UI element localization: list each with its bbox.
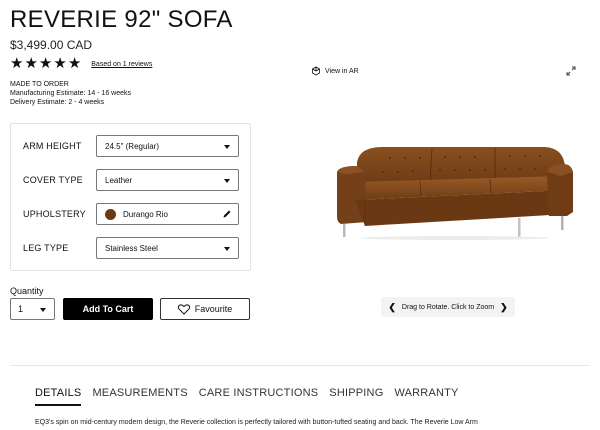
option-label: LEG TYPE <box>23 243 69 253</box>
tab-shipping[interactable]: SHIPPING <box>329 387 383 406</box>
product-info-tabs: DETAILS MEASUREMENTS CARE INSTRUCTIONS S… <box>35 387 470 406</box>
star-icon: ★ <box>38 55 53 72</box>
option-label: COVER TYPE <box>23 175 83 185</box>
star-icon: ★ <box>53 55 67 72</box>
rotate-hint-text: Drag to Rotate. Click to Zoom <box>401 303 495 311</box>
option-value: Durango Rio <box>123 209 168 219</box>
option-label: UPHOLSTERY <box>23 209 86 219</box>
tab-measurements[interactable]: MEASUREMENTS <box>92 387 187 406</box>
star-icon: ★ <box>10 55 24 72</box>
caret-down-icon <box>224 247 230 251</box>
leg-type-dropdown[interactable]: Stainless Steel <box>96 237 239 259</box>
option-label: ARM HEIGHT <box>23 141 82 151</box>
pencil-icon <box>223 210 231 218</box>
manufacturing-estimate: Manufacturing Estimate: 14 - 16 weeks <box>10 90 132 97</box>
option-upholstery: UPHOLSTERY Durango Rio <box>23 203 239 225</box>
rating: ★ ★ ★ ★ ★ Based on 1 reviews <box>10 55 152 72</box>
cover-type-dropdown[interactable]: Leather <box>96 169 239 191</box>
favourite-label: Favourite <box>194 304 233 314</box>
quantity-label: Quantity <box>10 286 44 296</box>
chevron-right-icon: ❯ <box>500 301 508 312</box>
product-title: REVERIE 92" SOFA <box>10 6 233 33</box>
tab-warranty[interactable]: WARRANTY <box>394 387 458 406</box>
option-value: Stainless Steel <box>105 243 158 253</box>
product-price: $3,499.00 CAD <box>10 38 93 52</box>
tab-care-instructions[interactable]: CARE INSTRUCTIONS <box>199 387 319 406</box>
view-in-ar-label: View in AR <box>325 67 359 75</box>
tab-details[interactable]: DETAILS <box>35 387 82 406</box>
caret-down-icon <box>224 145 230 149</box>
caret-down-icon <box>224 179 230 183</box>
caret-down-icon <box>40 308 46 312</box>
reviews-link[interactable]: Based on 1 reviews <box>91 61 152 68</box>
quantity-dropdown[interactable]: 1 <box>10 298 55 320</box>
arm-height-dropdown[interactable]: 24.5" (Regular) <box>96 135 239 157</box>
heart-icon <box>177 303 190 315</box>
star-icon: ★ <box>24 55 38 72</box>
expand-icon[interactable] <box>566 66 576 76</box>
section-divider <box>10 365 590 366</box>
option-cover-type: COVER TYPE Leather <box>23 169 239 191</box>
favourite-button[interactable]: Favourite <box>160 298 250 320</box>
option-leg-type: LEG TYPE Stainless Steel <box>23 237 239 259</box>
lead-time-info: MADE TO ORDER Manufacturing Estimate: 14… <box>10 80 131 107</box>
option-value: Leather <box>105 175 133 185</box>
rating-stars: ★ ★ ★ ★ ★ <box>10 55 82 72</box>
view-in-ar-button[interactable]: View in AR <box>311 66 359 76</box>
star-icon: ★ <box>67 55 82 72</box>
ar-cube-icon <box>312 66 320 76</box>
made-to-order-label: MADE TO ORDER <box>10 81 69 88</box>
sofa-product-image[interactable] <box>335 142 575 242</box>
chevron-left-icon: ❮ <box>388 301 396 312</box>
option-arm-height: ARM HEIGHT 24.5" (Regular) <box>23 135 239 157</box>
delivery-estimate: Delivery Estimate: 2 - 4 weeks <box>10 99 105 106</box>
add-to-cart-button[interactable]: Add To Cart <box>63 298 153 320</box>
options-panel: ARM HEIGHT 24.5" (Regular) COVER TYPE Le… <box>10 123 251 271</box>
color-swatch <box>105 208 116 220</box>
rotate-zoom-hint[interactable]: ❮ Drag to Rotate. Click to Zoom ❯ <box>381 297 515 317</box>
quantity-value: 1 <box>18 304 24 314</box>
upholstery-selector[interactable]: Durango Rio <box>96 203 239 225</box>
option-value: 24.5" (Regular) <box>105 141 159 151</box>
product-description: EQ3's spin on mid-century modern design,… <box>35 419 478 426</box>
